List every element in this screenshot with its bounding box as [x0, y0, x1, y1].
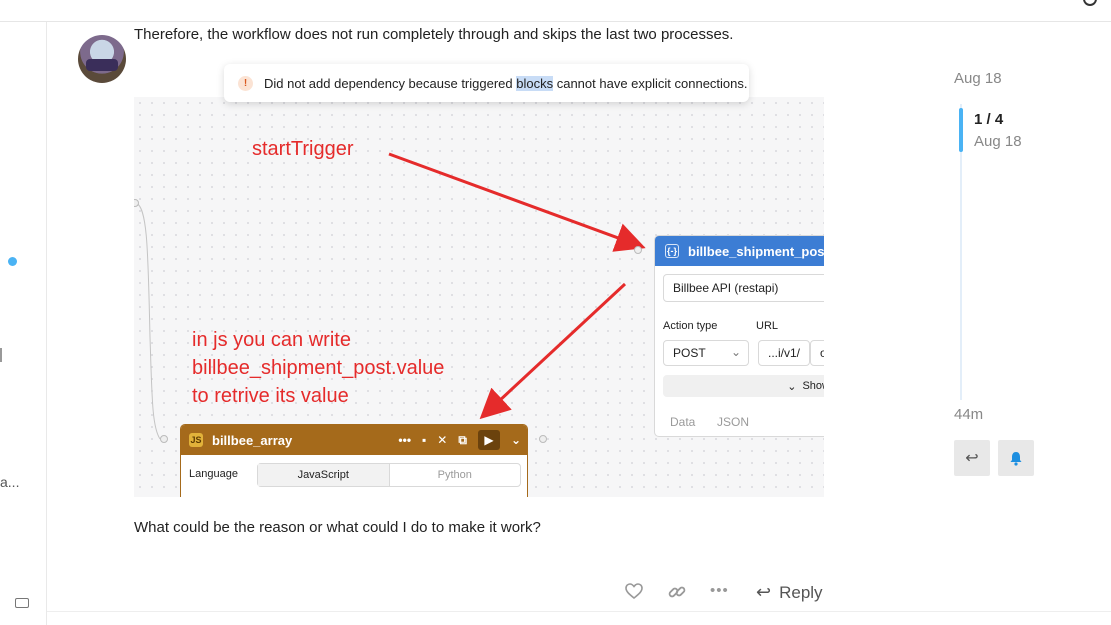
timeline-position-date: Aug 18	[974, 133, 1022, 150]
method-select[interactable]: POST ⌄	[663, 340, 749, 366]
language-label: Language	[189, 468, 238, 480]
keyboard-icon[interactable]	[15, 598, 29, 608]
chevron-down-icon: ⌄	[730, 345, 741, 359]
node-title: billbee_array	[212, 432, 293, 448]
reply-label: Reply	[779, 582, 823, 602]
timeline-position: 1 / 4	[974, 111, 1004, 128]
open-external-icon[interactable]: ⧉	[458, 433, 467, 448]
chevron-down-icon[interactable]: ⌄	[511, 433, 521, 447]
url-input-extra[interactable]: o	[810, 340, 824, 366]
more-icon: •••	[710, 582, 729, 599]
language-option-python[interactable]: Python	[390, 464, 521, 486]
left-sidebar: a...	[0, 22, 47, 625]
top-header	[0, 0, 1111, 22]
rest-api-icon: {-}	[665, 244, 679, 258]
avatar[interactable]	[78, 35, 126, 83]
node-billbee-shipment-post[interactable]: {-} billbee_shipment_post Billbee API (r…	[654, 235, 824, 437]
unread-dot-icon	[8, 257, 17, 266]
trigger-arrow	[388, 152, 646, 252]
search-icon[interactable]	[1083, 0, 1097, 6]
node-title: billbee_shipment_post	[688, 243, 824, 259]
warning-toast: ! Did not add dependency because trigger…	[224, 64, 749, 102]
timeline-end-age[interactable]: 44m	[954, 406, 983, 423]
node-billbee-array[interactable]: JS billbee_array ••• ▪ ✕ ⧉ ▶ ⌄ Language …	[180, 424, 528, 497]
notification-button[interactable]	[998, 440, 1034, 476]
play-icon: ▶	[484, 433, 494, 447]
annotation-start-trigger: startTrigger	[252, 138, 354, 160]
action-type-label: Action type	[663, 320, 718, 332]
annotation-js-line3: to retrive its value	[192, 385, 349, 407]
more-actions-button[interactable]: •••	[710, 582, 729, 599]
language-option-javascript[interactable]: JavaScript	[258, 464, 390, 486]
reply-button[interactable]: ↩ Reply	[756, 582, 823, 603]
link-icon	[668, 586, 686, 598]
post-question: What could be the reason or what could I…	[134, 519, 541, 536]
tab-data[interactable]: Data	[670, 415, 695, 429]
node-connector-dot	[539, 435, 547, 443]
node-header[interactable]: JS billbee_array ••• ▪ ✕ ⧉ ▶ ⌄	[181, 425, 527, 455]
embedded-screenshot: startTrigger in js you can write billbee…	[134, 97, 824, 497]
chevron-down-icon: ⌄	[787, 380, 797, 393]
url-label: URL	[756, 320, 779, 332]
reply-icon: ↩	[756, 582, 772, 602]
js-icon: JS	[189, 433, 203, 447]
run-button[interactable]: ▶	[477, 430, 500, 450]
workflow-edge	[135, 202, 161, 440]
heart-icon	[625, 583, 643, 600]
node-header[interactable]: {-} billbee_shipment_post	[655, 236, 824, 266]
resource-select[interactable]: Billbee API (restapi)	[663, 274, 824, 302]
bell-icon	[1010, 451, 1022, 466]
node-connector-dot	[634, 246, 642, 254]
timeline-handle[interactable]	[959, 108, 963, 152]
language-switch[interactable]: JavaScript Python	[257, 463, 521, 487]
node-header-actions: ••• ▪ ✕ ⧉ ▶ ⌄	[398, 425, 521, 455]
show-toggle-button[interactable]: ⌄ Show	[663, 375, 824, 397]
annotation-js-line1: in js you can write	[192, 329, 351, 351]
annotation-js-line2: billbee_shipment_post.value	[192, 357, 445, 379]
copy-link-button[interactable]	[667, 582, 687, 602]
toast-text: Did not add dependency because triggered…	[264, 75, 748, 91]
timeline-start-date[interactable]: Aug 18	[954, 70, 1002, 87]
show-label: Show	[802, 380, 824, 392]
more-icon[interactable]: •••	[398, 433, 411, 447]
sidebar-indicator	[0, 348, 2, 362]
post-paragraph: Therefore, the workflow does not run com…	[134, 26, 734, 43]
sidebar-truncated-label[interactable]: a...	[0, 474, 19, 490]
back-button[interactable]: ↩	[954, 440, 990, 476]
collapse-icon[interactable]: ✕	[437, 433, 447, 447]
node-connector-dot	[160, 435, 168, 443]
note-icon[interactable]: ▪	[422, 433, 426, 447]
like-button[interactable]	[624, 582, 644, 600]
method-value: POST	[673, 346, 706, 360]
value-arrow	[479, 282, 627, 420]
tab-json[interactable]: JSON	[717, 415, 749, 429]
divider	[47, 611, 1111, 612]
warning-icon: !	[238, 75, 253, 91]
url-input[interactable]: ...i/v1/	[758, 340, 810, 366]
back-icon: ↩	[965, 450, 979, 467]
